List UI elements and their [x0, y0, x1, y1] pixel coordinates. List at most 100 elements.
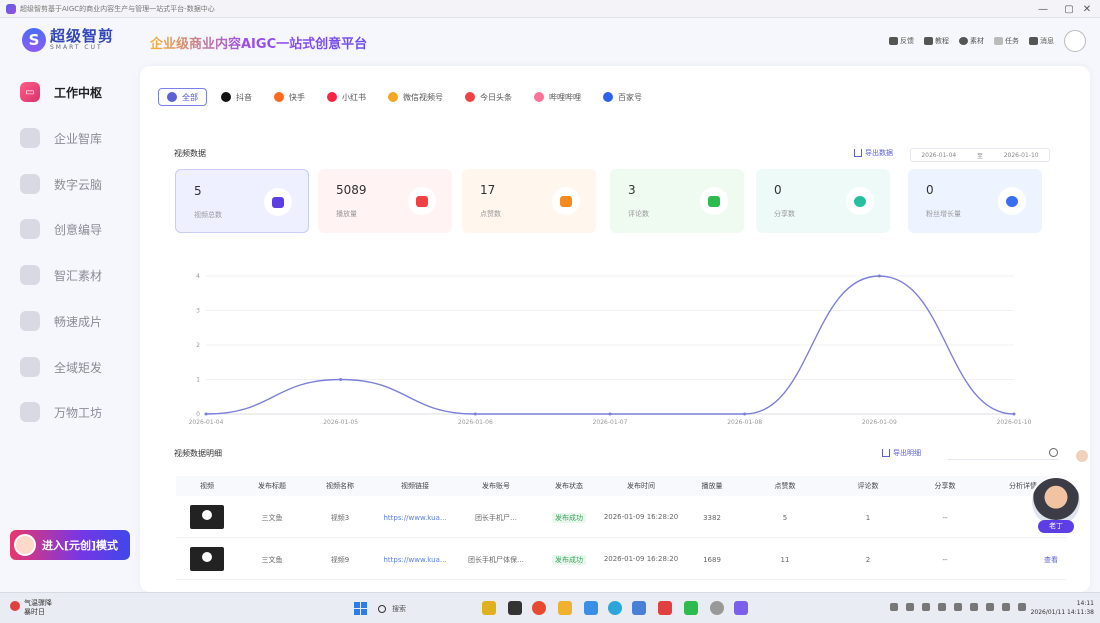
video-thumbnail[interactable]: [190, 504, 224, 529]
sidebar-item-label: 企业智库: [54, 131, 103, 146]
tab-douyin[interactable]: 抖音: [213, 88, 260, 106]
tab-wechat-channels[interactable]: 微信视频号: [380, 88, 451, 106]
feedback-button[interactable]: 反馈: [889, 36, 914, 46]
message-button[interactable]: 消息: [1029, 36, 1054, 46]
col-plays[interactable]: 播放量: [680, 481, 744, 491]
sidebar-item-workshop[interactable]: 万物工坊: [20, 400, 130, 424]
tray-icon[interactable]: [890, 603, 898, 611]
export-icon: [882, 449, 890, 457]
material-button[interactable]: 素材: [959, 36, 984, 46]
file-explorer-icon[interactable]: [558, 601, 572, 615]
edge-icon[interactable]: [608, 601, 622, 615]
volume-icon[interactable]: [1018, 603, 1026, 611]
tray-icon[interactable]: [954, 603, 962, 611]
smartcut-taskbar-icon[interactable]: [734, 601, 748, 615]
yuanchuang-mode-button[interactable]: 进入[元创]模式: [10, 530, 130, 560]
col-shares[interactable]: 分享数: [910, 481, 980, 491]
stat-card-shares[interactable]: 0 分享数: [756, 169, 890, 233]
logo[interactable]: 超级智剪 SMART CUT: [22, 28, 114, 52]
wechat-icon[interactable]: [684, 601, 698, 615]
tab-kuaishou[interactable]: 快手: [266, 88, 313, 106]
photos-icon[interactable]: [632, 601, 646, 615]
sidebar-item-distribution[interactable]: 全域矩发: [20, 355, 130, 379]
sidebar-item-fast-video[interactable]: 畅速成片: [20, 309, 130, 333]
task-label: 任务: [1005, 37, 1019, 45]
export-detail-button[interactable]: 导出明细: [882, 448, 921, 458]
wechat-channels-icon: [388, 92, 398, 102]
tray-icon[interactable]: [938, 603, 946, 611]
sidebar-item-label: 畅速成片: [54, 314, 103, 329]
chrome-icon[interactable]: [532, 601, 546, 615]
tray-icon[interactable]: [906, 603, 914, 611]
taskbar-clock[interactable]: 14:11 2026/01/11 14:11:38: [1028, 599, 1094, 617]
wifi-icon[interactable]: [1002, 603, 1010, 611]
cell-account: 团长手机尸体保…: [468, 555, 524, 564]
col-likes[interactable]: 点赞数: [744, 481, 826, 491]
stat-card-plays[interactable]: 5089 播放量: [318, 169, 452, 233]
windows-start-icon[interactable]: [354, 602, 367, 615]
tray-icon[interactable]: [922, 603, 930, 611]
row-thumb[interactable]: [176, 546, 238, 573]
tutorial-button[interactable]: 教程: [924, 36, 949, 46]
col-comments[interactable]: 评论数: [826, 481, 910, 491]
video-thumbnail[interactable]: [190, 546, 224, 571]
task-view-icon[interactable]: [508, 601, 522, 615]
tab-xiaohongshu[interactable]: 小红书: [319, 88, 374, 106]
wps-icon[interactable]: [658, 601, 672, 615]
x-tick-label: 2026-01-10: [997, 419, 1032, 426]
video-detail-title: 视频数据明细: [174, 449, 222, 458]
weather-widget[interactable]: 气温骤降 暴时日: [10, 599, 52, 617]
stat-value: 5089: [336, 183, 367, 197]
sidebar: ▭ 工作中枢 企业智库 数字云脑 创意编导 智汇素材 畅速成片 全域矩发 万物工坊…: [0, 66, 136, 592]
mini-assistant-avatar[interactable]: [1074, 448, 1090, 464]
sidebar-item-enterprise-kb[interactable]: 企业智库: [20, 126, 130, 150]
col-status[interactable]: 发布状态: [536, 481, 602, 491]
app-icon-blue[interactable]: [584, 601, 598, 615]
minimize-button[interactable]: —: [1030, 0, 1056, 18]
tab-baijiahao[interactable]: 百家号: [595, 88, 650, 106]
export-data-button[interactable]: 导出数据: [854, 148, 893, 158]
sidebar-item-workbench[interactable]: ▭ 工作中枢: [20, 80, 130, 104]
table-search-input[interactable]: [948, 446, 1058, 460]
taskbar-search-label: 搜索: [392, 605, 406, 613]
taskbar-search[interactable]: 搜索: [378, 600, 468, 618]
tray-icon[interactable]: [986, 603, 994, 611]
tray-icon[interactable]: [970, 603, 978, 611]
task-button[interactable]: 任务: [994, 36, 1019, 46]
sidebar-item-label: 工作中枢: [54, 85, 103, 100]
sidebar-item-creative-director[interactable]: 创意编导: [20, 217, 130, 241]
sidebar-item-materials[interactable]: 智汇素材: [20, 263, 130, 287]
weather-line1: 气温骤降: [24, 599, 52, 607]
toutiao-icon: [465, 92, 475, 102]
user-avatar[interactable]: [1064, 30, 1086, 52]
app-icon-gray[interactable]: [710, 601, 724, 615]
stat-card-likes[interactable]: 17 点赞数: [462, 169, 596, 233]
send-icon: [20, 357, 40, 377]
sidebar-item-digital-brain[interactable]: 数字云脑: [20, 172, 130, 196]
close-button[interactable]: ✕: [1074, 0, 1100, 18]
cell-link[interactable]: https://www.kua...: [374, 514, 456, 522]
tab-label: 全部: [182, 92, 198, 102]
col-name[interactable]: 视频名称: [306, 481, 374, 491]
col-time[interactable]: 发布时间: [602, 481, 680, 491]
tab-toutiao[interactable]: 今日头条: [457, 88, 520, 106]
stat-card-comments[interactable]: 3 评论数: [610, 169, 744, 233]
assistant-name-tag[interactable]: 老丁: [1038, 520, 1074, 533]
stat-card-followers[interactable]: 0 粉丝增长量: [908, 169, 1042, 233]
col-video: 视频: [200, 482, 214, 490]
date-range-picker[interactable]: 2026-01-04 至 2026-01-10: [910, 148, 1050, 162]
task-icon: [994, 37, 1003, 45]
grid-icon: [20, 402, 40, 422]
tab-bilibili[interactable]: 哔哩哔哩: [526, 88, 589, 106]
row-thumb[interactable]: [176, 504, 238, 531]
search-icon[interactable]: [1049, 448, 1058, 457]
view-detail-link[interactable]: 查看: [980, 555, 1066, 565]
sidebar-item-label: 数字云脑: [54, 177, 103, 192]
stat-card-videos[interactable]: 5 视频总数: [175, 169, 309, 233]
cell-title: 三文鱼: [261, 555, 283, 564]
tab-all[interactable]: 全部: [158, 88, 207, 106]
widgets-icon[interactable]: [482, 601, 496, 615]
cell-link[interactable]: https://www.kua...: [374, 556, 456, 564]
cloud-icon: [20, 174, 40, 194]
data-point: [743, 412, 747, 416]
